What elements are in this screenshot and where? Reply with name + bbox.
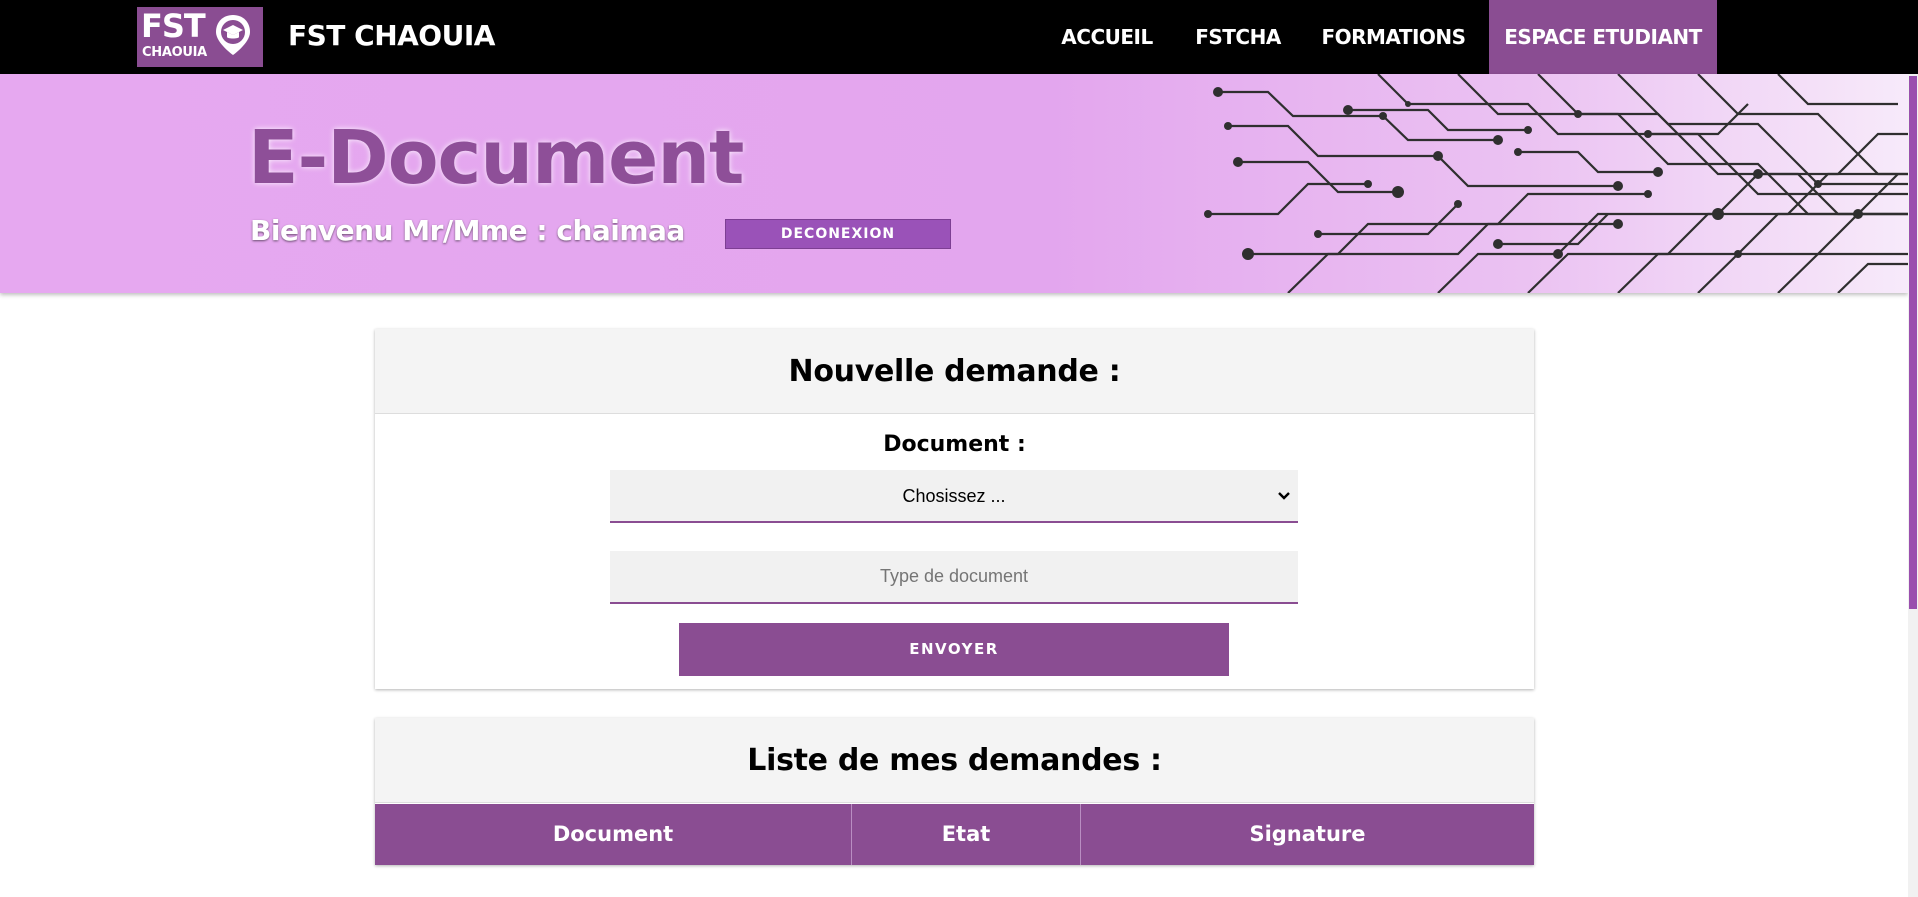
nav-item-espace-etudiant[interactable]: ESPACE ETUDIANT [1489,0,1717,74]
logo-sub-text: CHAOUIA [142,45,207,60]
document-select-value: Chosissez ... [902,486,1006,506]
document-type-input[interactable] [610,551,1298,604]
welcome-message: Bienvenu Mr/Mme : chaimaa [250,214,685,247]
brand-name[interactable]: FST CHAOUIA [288,18,495,54]
logout-button[interactable]: DECONEXION [725,219,951,249]
logo-main-text: FST [141,7,206,45]
column-header-document: Document [375,804,852,865]
document-select[interactable]: Chosissez ... [610,470,1298,523]
nav-item-fstcha[interactable]: FSTCHA [1183,0,1293,74]
top-navigation-bar: FST CHAOUIA FST CHAOUIA ACCUEIL FSTCHA F… [0,0,1918,74]
requests-list-card: Liste de mes demandes : Document Etat Si… [375,718,1534,865]
scrollbar-thumb[interactable] [1909,76,1917,609]
requests-table-header: Document Etat Signature [375,804,1534,865]
new-request-card: Nouvelle demande : Document : Chosissez … [375,329,1534,689]
hero-banner: E-Document Bienvenu Mr/Mme : chaimaa DEC… [0,74,1908,293]
nav-item-accueil[interactable]: ACCUEIL [1047,0,1167,74]
circuit-board-decoration [1204,74,1908,293]
site-logo[interactable]: FST CHAOUIA [137,7,263,67]
nav-item-formations[interactable]: FORMATIONS [1311,0,1476,74]
document-label: Document : [883,432,1026,457]
requests-list-title: Liste de mes demandes : [375,718,1534,803]
graduation-pin-icon [216,15,250,55]
page-title: E-Document [248,115,744,201]
send-button[interactable]: ENVOYER [679,623,1229,676]
new-request-title: Nouvelle demande : [375,329,1534,414]
column-header-signature: Signature [1249,822,1366,846]
column-header-etat: Etat [852,804,1081,865]
chevron-down-icon [1278,492,1290,500]
